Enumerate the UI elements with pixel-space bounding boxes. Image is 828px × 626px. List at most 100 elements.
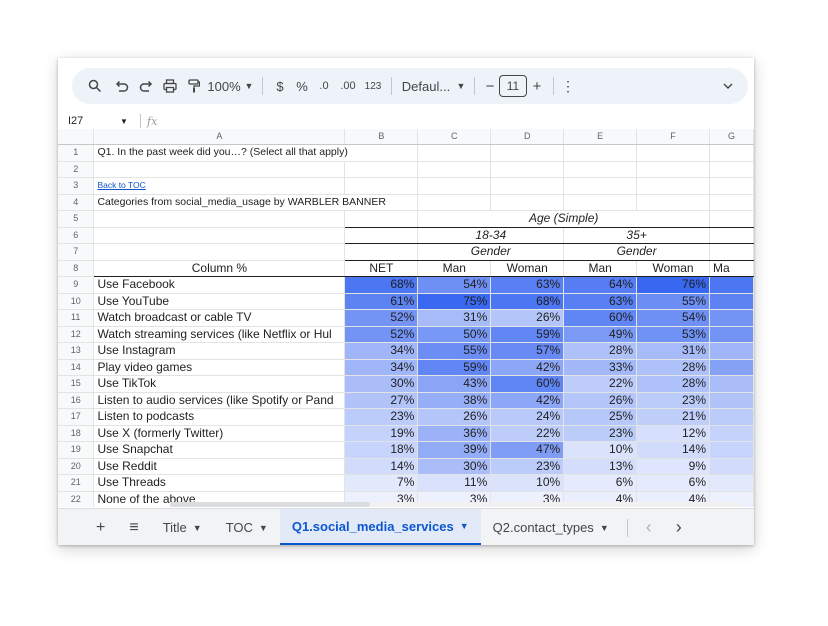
row-header[interactable]: 1	[58, 144, 95, 162]
cell[interactable]	[563, 194, 638, 211]
cell[interactable]	[344, 243, 419, 261]
decrease-decimal-button[interactable]: .0	[313, 73, 335, 99]
row-header[interactable]: 12	[58, 326, 95, 343]
categories-note-cell[interactable]: Categories from social_media_usage by WA…	[93, 194, 419, 211]
value-cell[interactable]: 68%	[344, 276, 419, 294]
value-cell[interactable]: 25%	[563, 408, 638, 426]
percent-format-button[interactable]: %	[291, 73, 313, 99]
value-cell[interactable]: 38%	[417, 392, 492, 409]
name-box[interactable]: I27	[58, 115, 120, 127]
man-header[interactable]: Ma	[709, 260, 754, 277]
cell[interactable]	[563, 161, 638, 178]
value-cell[interactable]: 42%	[490, 392, 565, 409]
value-cell[interactable]: 59%	[417, 359, 492, 376]
cell[interactable]	[93, 210, 346, 228]
value-cell[interactable]: 31%	[636, 342, 711, 360]
zoom-value[interactable]: 100%	[206, 73, 242, 99]
increase-decimal-button[interactable]: .00	[335, 73, 361, 99]
cell[interactable]	[490, 144, 565, 162]
value-cell[interactable]	[709, 326, 754, 343]
value-cell[interactable]: 52%	[344, 309, 419, 327]
value-cell[interactable]: 53%	[636, 326, 711, 343]
value-cell[interactable]: 26%	[563, 392, 638, 409]
value-cell[interactable]: 52%	[344, 326, 419, 343]
cell[interactable]	[709, 227, 754, 244]
value-cell[interactable]: 13%	[563, 458, 638, 475]
scrollbar-thumb[interactable]	[170, 502, 370, 507]
redo-icon[interactable]	[134, 73, 158, 99]
row-label-cell[interactable]: Use X (formerly Twitter)	[93, 425, 346, 442]
value-cell[interactable]: 36%	[417, 425, 492, 442]
value-cell[interactable]: 55%	[417, 342, 492, 360]
back-to-toc-link[interactable]: Back to TOC	[93, 177, 346, 195]
cell[interactable]	[563, 177, 638, 195]
value-cell[interactable]: 54%	[636, 309, 711, 327]
value-cell[interactable]: 23%	[636, 392, 711, 409]
value-cell[interactable]: 9%	[636, 458, 711, 475]
value-cell[interactable]: 50%	[417, 326, 492, 343]
value-cell[interactable]: 6%	[636, 474, 711, 492]
row-header[interactable]: 2	[58, 161, 95, 178]
cell[interactable]	[344, 177, 419, 195]
value-cell[interactable]: 24%	[490, 408, 565, 426]
value-cell[interactable]: 14%	[636, 441, 711, 459]
row-label-cell[interactable]: Use YouTube	[93, 293, 346, 310]
cell[interactable]	[93, 161, 346, 178]
value-cell[interactable]: 7%	[344, 474, 419, 492]
column-header[interactable]: C	[417, 129, 492, 145]
value-cell[interactable]: 76%	[636, 276, 711, 294]
name-box-dropdown-icon[interactable]: ▼	[120, 117, 134, 126]
row-label-cell[interactable]: Use Threads	[93, 474, 346, 492]
zoom-dropdown-icon[interactable]: ▼	[242, 73, 256, 99]
tab-dropdown-icon[interactable]: ▼	[259, 523, 268, 533]
value-cell[interactable]: 23%	[490, 458, 565, 475]
row-label-cell[interactable]: Use Instagram	[93, 342, 346, 360]
select-all-corner[interactable]	[58, 129, 95, 145]
row-header[interactable]: 19	[58, 441, 95, 459]
row-label-cell[interactable]: Watch streaming services (like Netflix o…	[93, 326, 346, 343]
value-cell[interactable]: 10%	[490, 474, 565, 492]
cell[interactable]	[709, 144, 754, 162]
value-cell[interactable]: 23%	[563, 425, 638, 442]
cell[interactable]	[490, 177, 565, 195]
net-header[interactable]: NET	[344, 260, 419, 277]
value-cell[interactable]: 34%	[344, 359, 419, 376]
value-cell[interactable]: 28%	[636, 359, 711, 376]
more-formats-button[interactable]: 123	[361, 73, 385, 99]
row-header[interactable]: 13	[58, 342, 95, 360]
value-cell[interactable]: 31%	[417, 309, 492, 327]
row-header[interactable]: 3	[58, 177, 95, 195]
value-cell[interactable]: 39%	[417, 441, 492, 459]
column-header[interactable]: A	[93, 129, 346, 145]
tab-toc[interactable]: TOC ▼	[214, 509, 280, 545]
value-cell[interactable]: 75%	[417, 293, 492, 310]
cell[interactable]	[417, 194, 492, 211]
cell[interactable]	[93, 227, 346, 244]
tab-q1-social-media-services[interactable]: Q1.social_media_services ▼	[279, 509, 481, 545]
value-cell[interactable]	[709, 309, 754, 327]
value-cell[interactable]	[709, 359, 754, 376]
value-cell[interactable]: 60%	[563, 309, 638, 327]
tab-title[interactable]: Title ▼	[151, 509, 214, 545]
row-label-cell[interactable]: Use Facebook	[93, 276, 346, 294]
question-title-cell[interactable]: Q1. In the past week did you…? (Select a…	[93, 144, 419, 162]
row-header[interactable]: 16	[58, 392, 95, 409]
row-label-cell[interactable]: Use Reddit	[93, 458, 346, 475]
age-header-cell[interactable]: Age (Simple)	[417, 210, 711, 228]
value-cell[interactable]: 33%	[563, 359, 638, 376]
cell[interactable]	[709, 161, 754, 178]
cell[interactable]	[709, 243, 754, 261]
row-header[interactable]: 7	[58, 243, 95, 261]
cell[interactable]	[709, 210, 754, 228]
cell[interactable]	[417, 144, 492, 162]
value-cell[interactable]	[709, 474, 754, 492]
gender-header-cell[interactable]: Gender	[417, 243, 565, 261]
value-cell[interactable]: 21%	[636, 408, 711, 426]
woman-header[interactable]: Woman	[490, 260, 565, 277]
row-label-cell[interactable]: Use Snapchat	[93, 441, 346, 459]
row-header[interactable]: 8	[58, 260, 95, 277]
column-header[interactable]: D	[490, 129, 565, 145]
cell[interactable]	[709, 194, 754, 211]
cell[interactable]	[636, 177, 711, 195]
value-cell[interactable]: 68%	[490, 293, 565, 310]
